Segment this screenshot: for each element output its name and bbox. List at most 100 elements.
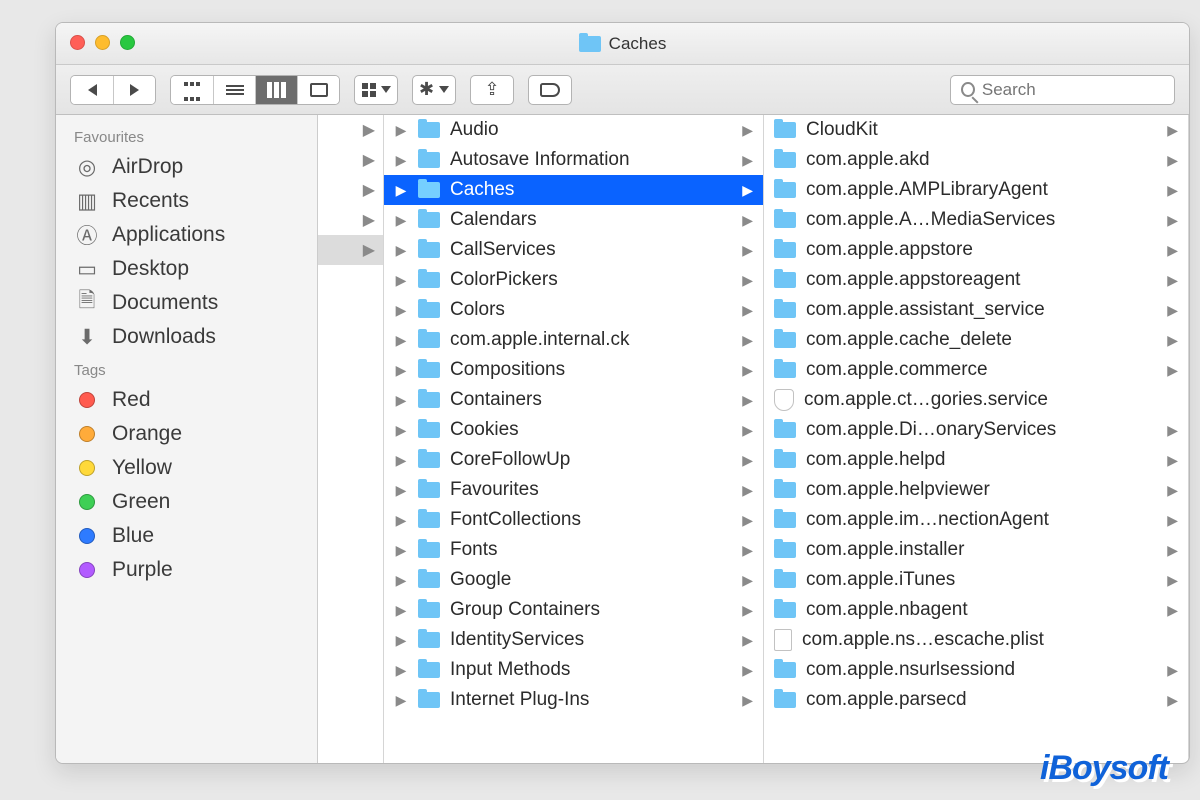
list-item[interactable]: com.apple.iTunes▶ [764,565,1188,595]
list-item[interactable]: ▶Fonts▶ [384,535,763,565]
list-item[interactable]: com.apple.ct…gories.service [764,385,1188,415]
list-item-label: com.apple.nbagent [806,599,968,621]
list-item[interactable]: com.apple.helpd▶ [764,445,1188,475]
chevron-right-icon: ▶ [1167,422,1178,439]
folder-icon [418,272,440,288]
list-item[interactable]: ▶FontCollections▶ [384,505,763,535]
action-button[interactable]: ✱ [412,75,456,105]
list-item[interactable]: ▶Colors▶ [384,295,763,325]
sidebar-item-desktop[interactable]: ▭Desktop [56,252,317,286]
window-title: Caches [609,34,667,54]
folder-icon [774,662,796,678]
list-item[interactable]: com.apple.appstoreagent▶ [764,265,1188,295]
list-item[interactable]: ▶IdentityServices▶ [384,625,763,655]
column-0[interactable]: ▶▶▶▶▶ [318,115,384,763]
column-0-item[interactable]: ▶ [318,205,383,235]
column-0-item[interactable]: ▶ [318,115,383,145]
chevron-right-icon: ▶ [394,692,408,709]
sidebar-tag-blue[interactable]: Blue [56,519,317,553]
column-0-item[interactable]: ▶ [318,145,383,175]
list-item[interactable]: ▶Audio▶ [384,115,763,145]
view-gallery-button[interactable] [297,76,339,104]
folder-icon [418,422,440,438]
forward-button[interactable] [113,76,155,104]
close-button[interactable] [70,35,85,50]
chevron-right-icon: ▶ [1167,152,1178,169]
list-item-label: Group Containers [450,599,600,621]
column-1[interactable]: ▶Audio▶▶Autosave Information▶▶Caches▶▶Ca… [384,115,764,763]
chevron-down-icon [439,86,449,93]
list-item[interactable]: ▶Calendars▶ [384,205,763,235]
view-list-button[interactable] [213,76,255,104]
chevron-down-icon [381,86,391,93]
list-item[interactable]: com.apple.ns…escache.plist [764,625,1188,655]
list-item-label: Autosave Information [450,149,630,171]
list-item[interactable]: com.apple.A…MediaServices▶ [764,205,1188,235]
list-item[interactable]: ▶Autosave Information▶ [384,145,763,175]
chevron-right-icon: ▶ [1167,662,1178,679]
list-item[interactable]: com.apple.nbagent▶ [764,595,1188,625]
list-item[interactable]: ▶Compositions▶ [384,355,763,385]
list-item[interactable]: ▶com.apple.internal.ck▶ [384,325,763,355]
chevron-right-icon: ▶ [1167,692,1178,709]
list-item[interactable]: ▶ColorPickers▶ [384,265,763,295]
list-item[interactable]: com.apple.helpviewer▶ [764,475,1188,505]
sidebar-tag-red[interactable]: Red [56,383,317,417]
list-item[interactable]: ▶Input Methods▶ [384,655,763,685]
list-item[interactable]: com.apple.parsecd▶ [764,685,1188,715]
sidebar: Favourites ◎AirDrop ▥Recents ⒶApplicatio… [56,115,318,763]
list-item[interactable]: com.apple.im…nectionAgent▶ [764,505,1188,535]
search-field[interactable] [950,75,1175,105]
sidebar-tag-purple[interactable]: Purple [56,553,317,587]
list-item[interactable]: ▶CoreFollowUp▶ [384,445,763,475]
list-item[interactable]: com.apple.Di…onaryServices▶ [764,415,1188,445]
tag-icon [540,83,560,97]
list-item[interactable]: com.apple.commerce▶ [764,355,1188,385]
tags-button[interactable] [528,75,572,105]
list-item-label: com.apple.im…nectionAgent [806,509,1049,531]
column-view: ▶▶▶▶▶ ▶Audio▶▶Autosave Information▶▶Cach… [318,115,1189,763]
sidebar-item-airdrop[interactable]: ◎AirDrop [56,150,317,184]
sidebar-tag-yellow[interactable]: Yellow [56,451,317,485]
list-item[interactable]: com.apple.installer▶ [764,535,1188,565]
minimize-button[interactable] [95,35,110,50]
list-item[interactable]: ▶Google▶ [384,565,763,595]
list-item[interactable]: com.apple.cache_delete▶ [764,325,1188,355]
arrange-button[interactable] [354,75,398,105]
share-button[interactable]: ⇪ [470,75,514,105]
search-input[interactable] [982,80,1164,100]
view-column-button[interactable] [255,76,297,104]
list-item[interactable]: ▶CallServices▶ [384,235,763,265]
list-item[interactable]: ▶Cookies▶ [384,415,763,445]
list-item[interactable]: ▶Internet Plug-Ins▶ [384,685,763,715]
folder-icon [418,572,440,588]
sidebar-tag-orange[interactable]: Orange [56,417,317,451]
column-0-item[interactable]: ▶ [318,175,383,205]
list-item-label: Cookies [450,419,519,441]
list-item[interactable]: com.apple.akd▶ [764,145,1188,175]
sidebar-item-applications[interactable]: ⒶApplications [56,218,317,252]
list-item[interactable]: ▶Containers▶ [384,385,763,415]
list-item[interactable]: ▶Group Containers▶ [384,595,763,625]
sidebar-item-downloads[interactable]: ⬇Downloads [56,320,317,354]
sidebar-tag-green[interactable]: Green [56,485,317,519]
airdrop-icon: ◎ [74,156,100,178]
list-item[interactable]: com.apple.appstore▶ [764,235,1188,265]
view-icon-button[interactable] [171,76,213,104]
back-button[interactable] [71,76,113,104]
chevron-right-icon: ▶ [742,692,753,709]
sidebar-item-documents[interactable]: 🗎Documents [56,286,317,320]
column-2[interactable]: CloudKit▶com.apple.akd▶com.apple.AMPLibr… [764,115,1189,763]
list-item[interactable]: ▶Caches▶ [384,175,763,205]
list-item[interactable]: com.apple.assistant_service▶ [764,295,1188,325]
list-item[interactable]: com.apple.AMPLibraryAgent▶ [764,175,1188,205]
list-item[interactable]: CloudKit▶ [764,115,1188,145]
zoom-button[interactable] [120,35,135,50]
list-item[interactable]: com.apple.nsurlsessiond▶ [764,655,1188,685]
sidebar-item-recents[interactable]: ▥Recents [56,184,317,218]
sidebar-item-label: Green [112,490,170,514]
list-item[interactable]: ▶Favourites▶ [384,475,763,505]
folder-icon [418,122,440,138]
title-center: Caches [579,34,667,54]
column-0-item[interactable]: ▶ [318,235,383,265]
